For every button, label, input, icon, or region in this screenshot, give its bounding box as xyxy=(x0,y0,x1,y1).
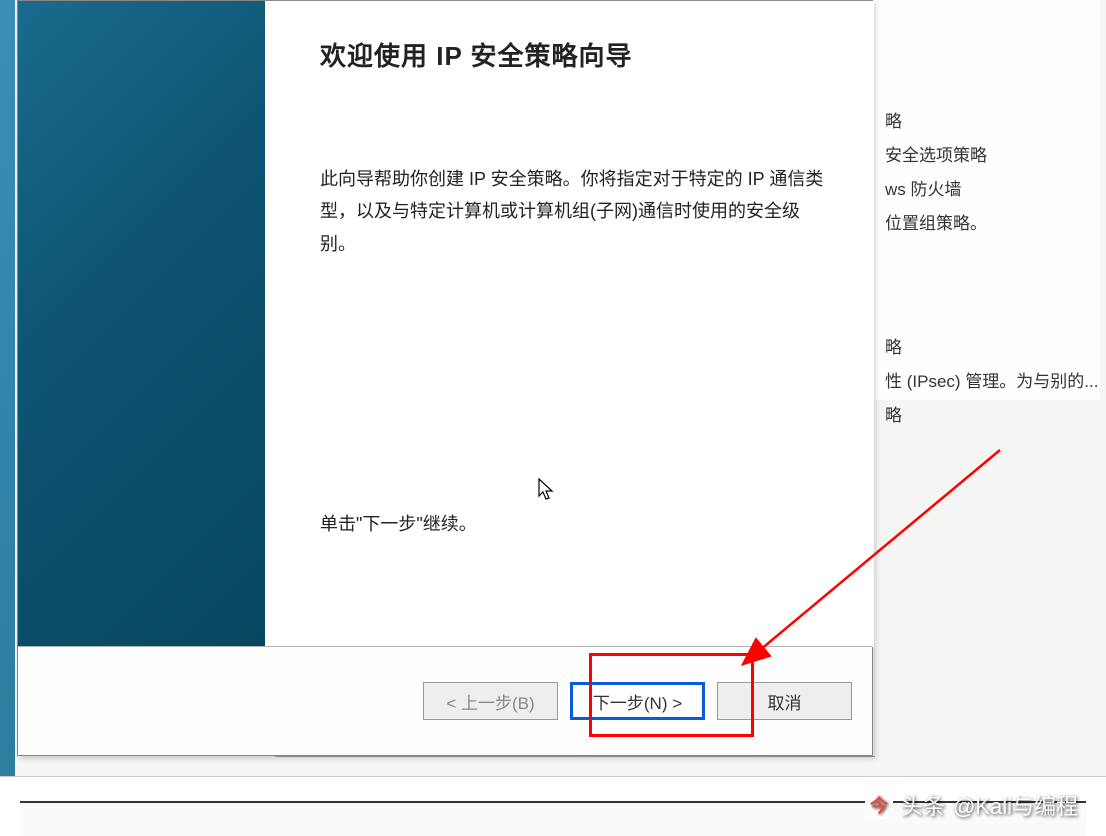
next-button[interactable]: 下一步(N) > xyxy=(570,682,705,720)
attribution-watermark: 今 头条 @Kali与编程 xyxy=(865,789,1078,821)
bg-text-line: 安全选项策略 xyxy=(885,139,1085,173)
wizard-dialog: 欢迎使用 IP 安全策略向导 此向导帮助你创建 IP 安全策略。你将指定对于特定… xyxy=(17,0,873,756)
wizard-description: 此向导帮助你创建 IP 安全策略。你将指定对于特定的 IP 通信类型，以及与特定… xyxy=(320,163,824,260)
bg-text-line: 略 xyxy=(885,399,1085,433)
attribution-platform: 头条 xyxy=(901,789,945,821)
separator-line xyxy=(275,756,875,757)
wizard-button-bar: < 上一步(B) 下一步(N) > 取消 xyxy=(18,646,872,755)
wizard-content-area: 欢迎使用 IP 安全策略向导 此向导帮助你创建 IP 安全策略。你将指定对于特定… xyxy=(265,1,874,647)
bg-text-line: 性 (IPsec) 管理。为与别的... xyxy=(885,365,1085,399)
back-button: < 上一步(B) xyxy=(423,682,558,720)
desktop-background xyxy=(0,0,15,836)
wizard-sidebar-graphic xyxy=(18,1,265,647)
wizard-title: 欢迎使用 IP 安全策略向导 xyxy=(320,36,824,73)
bg-text-line: 位置组策略。 xyxy=(885,207,1085,241)
cancel-button[interactable]: 取消 xyxy=(717,682,852,720)
toutiao-icon: 今 xyxy=(865,791,893,819)
bg-text-line: 略 xyxy=(885,331,1085,365)
attribution-author: @Kali与编程 xyxy=(953,789,1078,821)
bg-text-line: ws 防火墙 xyxy=(885,173,1085,207)
background-window: 略 安全选项策略 ws 防火墙 位置组策略。 略 性 (IPsec) 管理。为与… xyxy=(870,0,1100,400)
wizard-hint: 单击"下一步"继续。 xyxy=(320,510,824,536)
bg-text-line: 略 xyxy=(885,105,1085,139)
